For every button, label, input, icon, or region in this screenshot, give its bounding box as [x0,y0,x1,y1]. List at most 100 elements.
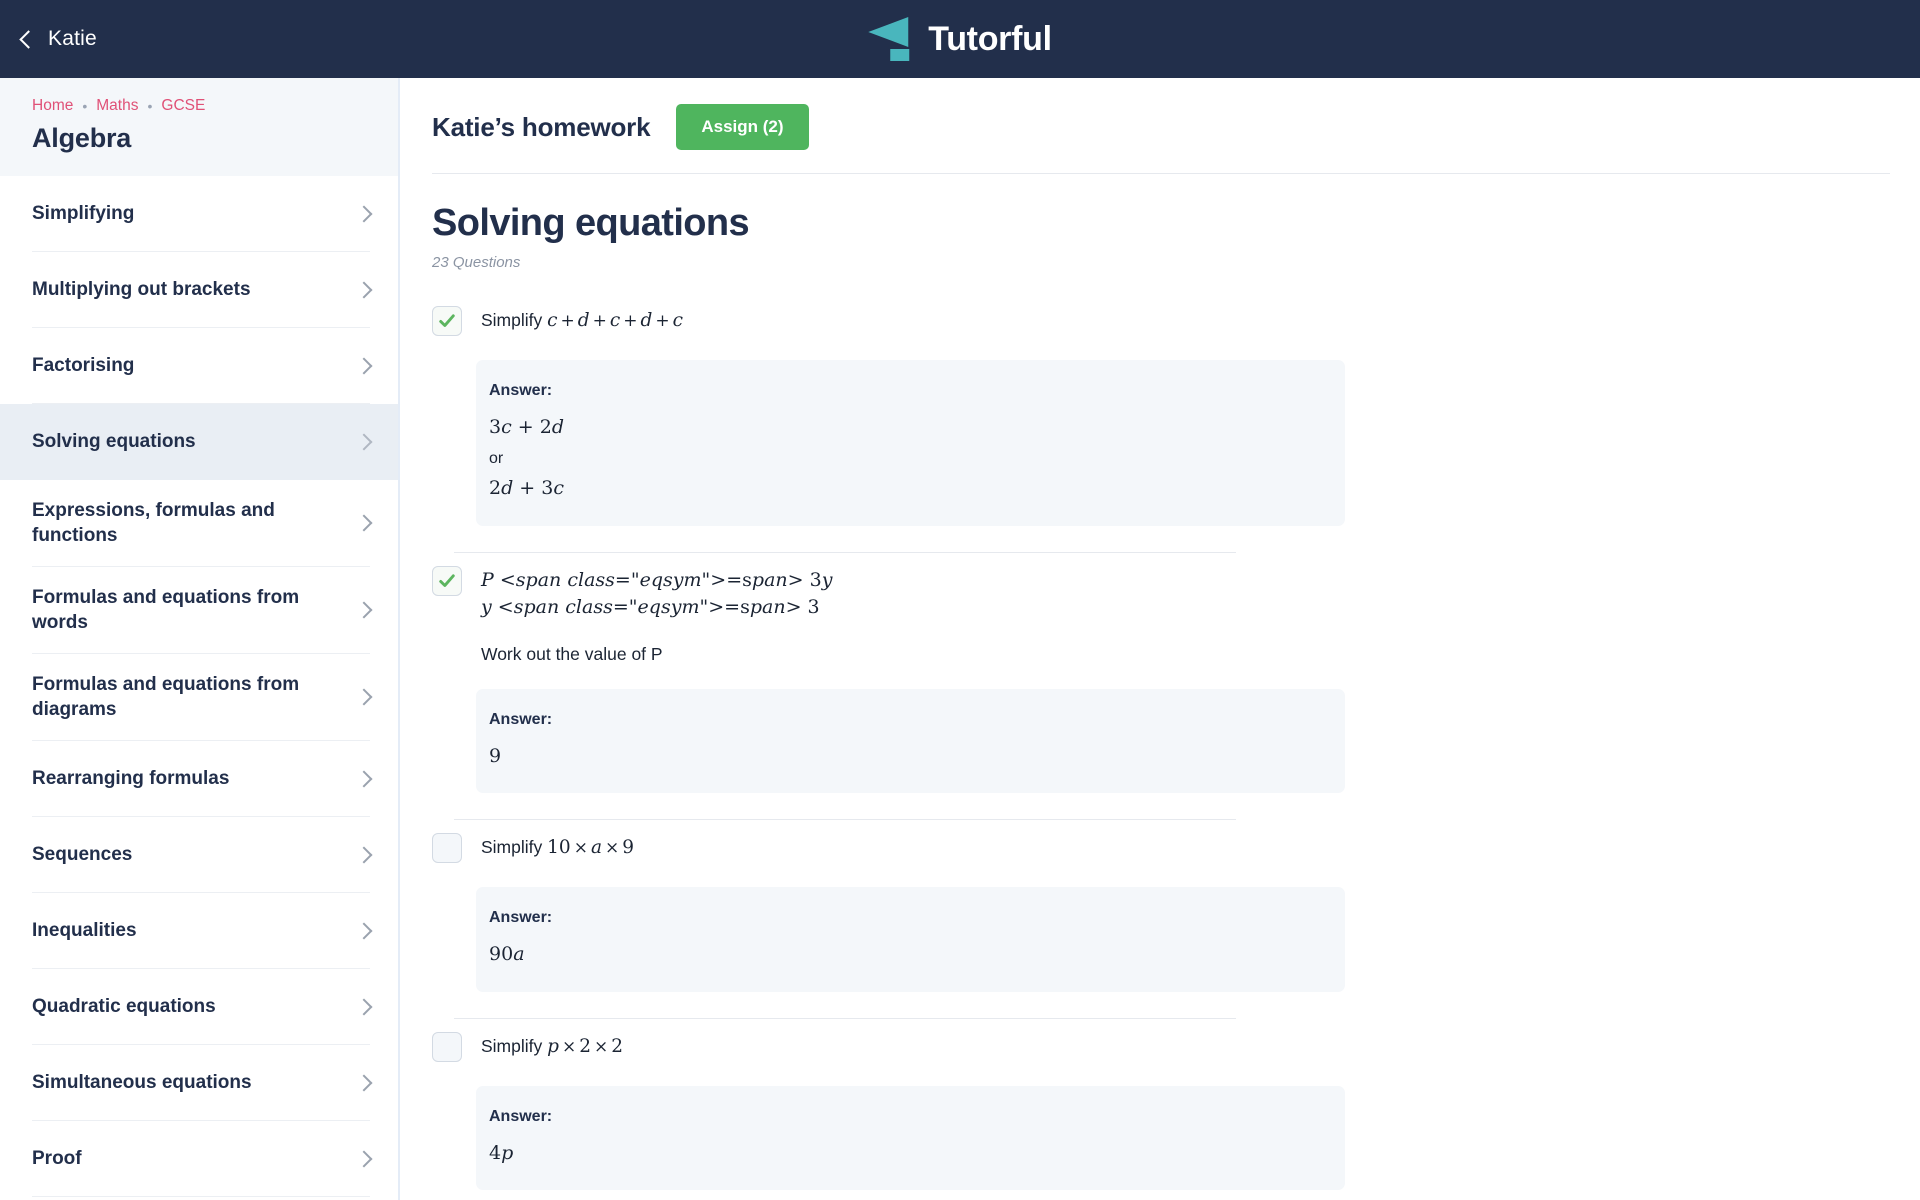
sidebar-header: Home • Maths • GCSE Algebra [0,78,398,176]
app-logo[interactable]: Tutorful [868,17,1052,61]
chevron-right-icon [355,281,373,298]
answer-box: Answer: 4p [476,1085,1345,1191]
chevron-right-icon [355,770,373,788]
sidebar-item-sequences[interactable]: Sequences [0,817,398,894]
question-checkbox[interactable] [432,306,462,336]
sidebar-item-row: Inequalities [32,893,373,970]
back-button[interactable]: Katie [19,27,97,51]
sidebar-item-formulas-and-equations-from-diagrams[interactable]: Formulas and equations from diagrams [0,654,398,742]
chevron-right-icon [355,688,373,706]
math-variable: d [640,310,653,331]
question-item: Simplify c + d + c + d + c Answer: 3c + 2d or 2d + 3… [402,293,1920,553]
header-divider [432,173,1890,174]
math-operator: + [560,311,575,331]
answer-box: Answer: 3c + 2d or 2d + 3c [476,360,1345,526]
sidebar-item-label: Factorising [32,354,135,376]
sidebar-item-multiplying-out-brackets[interactable]: Multiplying out brackets [0,252,398,328]
answer-label: Answer: [489,382,553,399]
math-operator: × [573,838,588,859]
sidebar-item-row: Multiplying out brackets [32,252,373,328]
question-list: Simplify c + d + c + d + c Answer: 3c + 2d or 2d + 3… [402,293,1920,1200]
math-number: 2 [611,1035,624,1057]
question-count: 23 Questions [432,254,521,271]
sidebar-item-solving-equations[interactable]: Solving equations [0,404,398,480]
sidebar-item-label: Proof [32,1148,82,1170]
sidebar-item-row: Proof [32,1121,373,1198]
question-prefix: Simplify [481,310,543,330]
math-number: 2 [579,1035,592,1057]
chevron-right-icon [355,846,373,864]
section-title: Solving equations [432,202,750,244]
answer-value: 9 [489,744,502,767]
question-checkbox[interactable] [432,833,462,864]
answer-label: Answer: [489,909,553,927]
breadcrumb-link-maths[interactable]: Maths [96,97,138,115]
breadcrumb-link-gcse[interactable]: GCSE [161,97,205,115]
sidebar-item-row: Quadratic equations [32,969,373,1046]
math-variable: p [547,1035,559,1057]
sidebar-item-row: Rearranging formulas [32,741,373,818]
chevron-right-icon [355,357,373,374]
chevron-left-icon [19,30,38,49]
sidebar-item-label: Formulas and equations from words [32,587,300,634]
sidebar-item-proof[interactable]: Proof [0,1121,398,1198]
math-operator: × [594,1036,609,1057]
answer-box: Answer: 9 [476,688,1345,794]
sidebar-item-label: Solving equations [32,430,196,452]
sidebar-item-inequalities[interactable]: Inequalities [0,893,398,970]
sidebar-item-formulas-and-equations-from-words[interactable]: Formulas and equations from words [0,567,398,655]
assign-button[interactable]: Assign (2) [676,104,809,150]
question-row: Simplify 10 × a × 9 [432,820,1920,864]
question-prefix: Simplify [481,837,543,858]
tutorful-logo-mark [868,17,910,61]
sidebar-item-row: Formulas and equations from words [32,567,373,655]
chevron-right-icon [355,514,373,532]
sidebar-item-row: Simultaneous equations [32,1045,373,1122]
breadcrumb-separator: • [82,98,88,114]
math-number: 10 [547,837,571,859]
topic-nav-list: Simplifying Multiplying out brackets Facto… [0,176,398,1198]
breadcrumb: Home • Maths • GCSE [32,97,366,115]
back-button-label: Katie [48,27,97,50]
sidebar-item-row: Sequences [32,817,373,894]
sidebar-item-expressions-formulas-and-functions[interactable]: Expressions, formulas and functions [0,480,398,568]
sidebar-item-row: Formulas and equations from diagrams [32,654,373,742]
answer-box: Answer: 90a [476,887,1345,992]
sidebar-item-simultaneous-equations[interactable]: Simultaneous equations [0,1045,398,1122]
math-operator: + [623,311,638,331]
math-operator: × [604,838,620,859]
question-equation: P <span class="eqsym">=span> 3y [481,568,833,591]
sidebar-item-rearranging-formulas[interactable]: Rearranging formulas [0,741,398,818]
sidebar-item-label: Sequences [32,844,133,866]
sidebar-item-row: Solving equations [32,404,373,480]
question-item: Simplify p × 2 × 2 Answer: 4p [402,1019,1920,1200]
answer-value: 4p [489,1141,514,1164]
question-body: P <span class="eqsym">=span> 3y y <span c… [481,564,832,665]
math-variable: c [609,310,621,331]
chevron-right-icon [355,601,373,619]
answer-alternative-separator: or [489,450,504,468]
main-content: Katie’s homework Assign (2) Solving equa… [402,78,1920,1200]
chevron-right-icon [355,922,373,940]
answer-value: 2d + 3c [489,477,565,500]
sidebar-item-simplifying[interactable]: Simplifying [0,176,398,252]
sidebar-item-label: Expressions, formulas and functions [32,500,275,547]
chevron-right-icon [355,1074,373,1092]
breadcrumb-link-home[interactable]: Home [32,97,73,115]
sidebar-item-row: Simplifying [32,176,373,252]
chevron-right-icon [355,1150,373,1168]
sidebar: Home • Maths • GCSE Algebra Simplifying Multi… [0,78,400,1200]
question-checkbox[interactable] [432,565,462,596]
sidebar-item-factorising[interactable]: Factorising [0,328,398,404]
math-operator: + [592,311,607,331]
sidebar-item-quadratic-equations[interactable]: Quadratic equations [0,969,398,1046]
chevron-right-icon [355,205,373,222]
sidebar-item-label: Simplifying [32,202,135,224]
page-title: Algebra [32,123,132,153]
question-checkbox[interactable] [432,1031,462,1062]
chevron-right-icon [355,433,373,450]
homework-title: Katie’s homework [432,111,651,142]
math-variable: c [547,310,558,331]
math-variable: d [577,310,590,331]
math-variable: a [590,837,602,859]
